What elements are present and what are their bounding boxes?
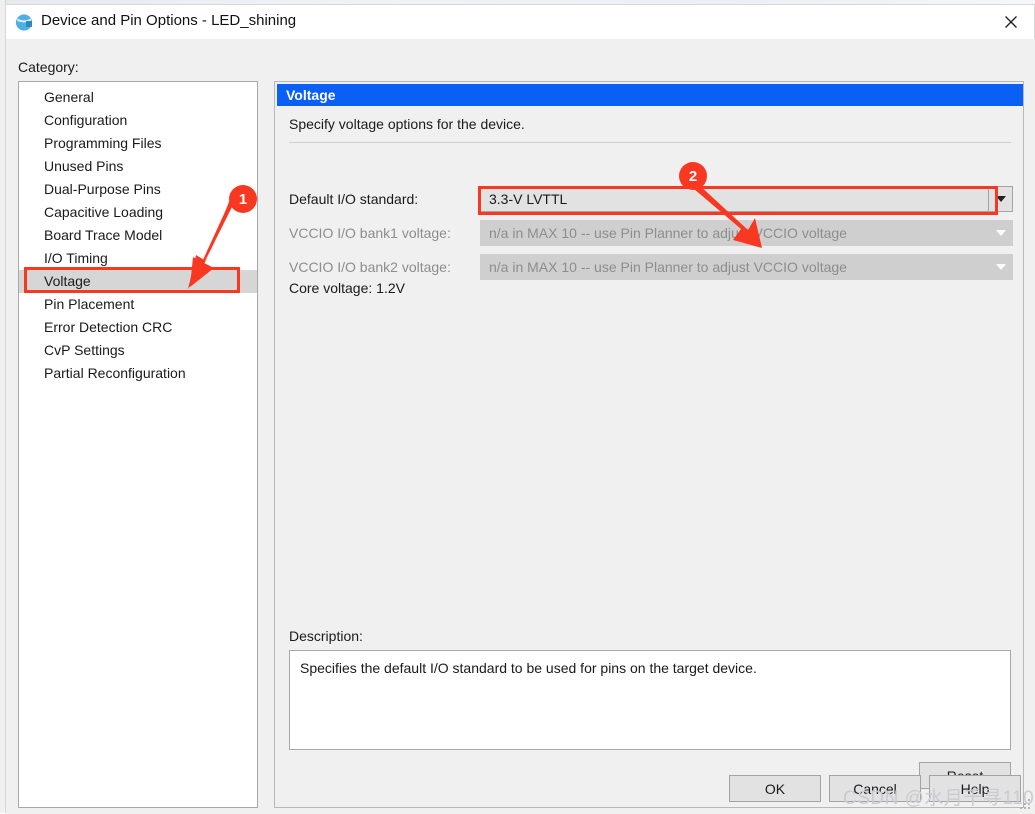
description-text: Specifies the default I/O standard to be…: [289, 650, 1011, 750]
category-item-programming-files[interactable]: Programming Files: [19, 132, 257, 155]
category-item-io-timing[interactable]: I/O Timing: [19, 247, 257, 270]
description-label: Description:: [289, 628, 363, 644]
default-io-standard-combo[interactable]: 3.3-V LVTTL: [480, 186, 1013, 212]
default-io-standard-value[interactable]: 3.3-V LVTTL: [480, 186, 989, 212]
category-item-partial-reconfiguration[interactable]: Partial Reconfiguration: [19, 362, 257, 385]
device-and-pin-options-dialog: Device and Pin Options - LED_shining Cat…: [5, 4, 1035, 814]
label-default-io-standard: Default I/O standard:: [289, 191, 419, 207]
chevron-down-icon: [989, 254, 1013, 280]
row-vccio-bank2-voltage: VCCIO I/O bank2 voltage: n/a in MAX 10 -…: [289, 254, 1013, 280]
vccio-bank1-voltage-value: n/a in MAX 10 -- use Pin Planner to adju…: [480, 220, 989, 246]
category-item-error-detection-crc[interactable]: Error Detection CRC: [19, 316, 257, 339]
category-item-unused-pins[interactable]: Unused Pins: [19, 155, 257, 178]
help-button[interactable]: Help: [929, 775, 1021, 802]
category-label: Category:: [18, 59, 79, 75]
label-vccio-bank1-voltage: VCCIO I/O bank1 voltage:: [289, 225, 451, 241]
ok-button[interactable]: OK: [729, 775, 821, 802]
window-title: Device and Pin Options - LED_shining: [41, 12, 297, 29]
close-icon[interactable]: [988, 5, 1034, 39]
category-item-board-trace-model[interactable]: Board Trace Model: [19, 224, 257, 247]
panel-subtitle: Specify voltage options for the device.: [289, 116, 525, 132]
cancel-button[interactable]: Cancel: [829, 775, 921, 802]
title-bar: Device and Pin Options - LED_shining: [6, 5, 1034, 40]
chevron-down-icon[interactable]: [989, 186, 1013, 212]
core-voltage-text: Core voltage: 1.2V: [289, 280, 405, 296]
panel-divider: [289, 142, 1011, 143]
category-item-pin-placement[interactable]: Pin Placement: [19, 293, 257, 316]
category-list[interactable]: General Configuration Programming Files …: [18, 81, 258, 808]
voltage-settings-panel: Voltage Specify voltage options for the …: [274, 81, 1024, 808]
category-item-general[interactable]: General: [19, 86, 257, 109]
globe-icon: [15, 13, 34, 32]
row-default-io-standard: Default I/O standard: 3.3-V LVTTL: [289, 186, 1013, 212]
category-item-dual-purpose-pins[interactable]: Dual-Purpose Pins: [19, 178, 257, 201]
category-item-configuration[interactable]: Configuration: [19, 109, 257, 132]
chevron-down-icon: [989, 220, 1013, 246]
category-item-capacitive-loading[interactable]: Capacitive Loading: [19, 201, 257, 224]
label-vccio-bank2-voltage: VCCIO I/O bank2 voltage:: [289, 259, 451, 275]
category-item-cvp-settings[interactable]: CvP Settings: [19, 339, 257, 362]
category-item-voltage[interactable]: Voltage: [19, 270, 257, 293]
vccio-bank2-voltage-value: n/a in MAX 10 -- use Pin Planner to adju…: [480, 254, 989, 280]
vccio-bank1-voltage-combo: n/a in MAX 10 -- use Pin Planner to adju…: [480, 220, 1013, 246]
row-vccio-bank1-voltage: VCCIO I/O bank1 voltage: n/a in MAX 10 -…: [289, 220, 1013, 246]
panel-header-title: Voltage: [277, 84, 1023, 106]
dialog-body: Category: General Configuration Programm…: [6, 39, 1035, 814]
vccio-bank2-voltage-combo: n/a in MAX 10 -- use Pin Planner to adju…: [480, 254, 1013, 280]
